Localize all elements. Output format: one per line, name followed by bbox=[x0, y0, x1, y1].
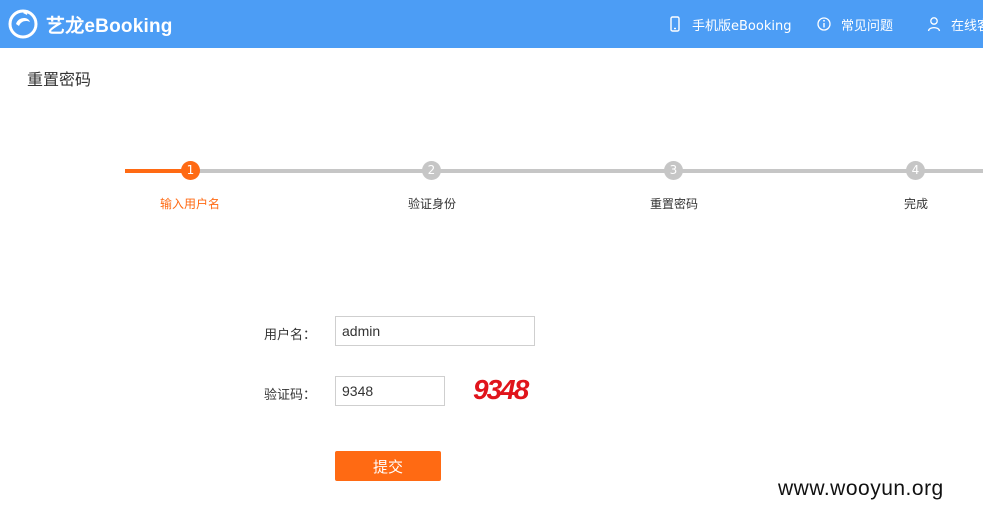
nav-mobile-label: 手机版eBooking bbox=[692, 18, 792, 34]
step-4-dot: 4 bbox=[906, 161, 925, 180]
step-3-label: 重置密码 bbox=[649, 197, 699, 211]
username-input[interactable] bbox=[335, 316, 535, 346]
submit-button[interactable]: 提交 bbox=[335, 451, 441, 481]
info-circle-icon bbox=[817, 17, 831, 31]
captcha-label: 验证码： bbox=[264, 388, 317, 403]
page-title: 重置密码 bbox=[27, 70, 92, 89]
mobile-phone-icon bbox=[670, 16, 680, 32]
step-3-dot: 3 bbox=[664, 161, 683, 180]
captcha-input[interactable] bbox=[335, 376, 445, 406]
nav-service-label: 在线客服 bbox=[951, 18, 983, 34]
nav-faq[interactable]: 常见问题 bbox=[817, 0, 893, 48]
user-icon bbox=[927, 17, 941, 32]
step-2-label: 验证身份 bbox=[407, 197, 457, 211]
step-progress-remaining bbox=[191, 169, 983, 173]
step-1-label: 输入用户名 bbox=[159, 197, 221, 211]
nav-online-service[interactable]: 在线客服 bbox=[927, 0, 983, 48]
elong-swirl-icon bbox=[8, 9, 38, 39]
username-label: 用户名： bbox=[264, 328, 317, 343]
step-1-dot: 1 bbox=[181, 161, 200, 180]
step-2-dot: 2 bbox=[422, 161, 441, 180]
nav-faq-label: 常见问题 bbox=[841, 18, 894, 34]
watermark: www.wooyun.org bbox=[778, 477, 944, 500]
top-header: 艺龙eBooking 手机版eBooking 常见问题 在线客服 bbox=[0, 0, 983, 48]
nav-mobile-ebooking[interactable]: 手机版eBooking bbox=[668, 0, 791, 48]
captcha-image[interactable]: 9348 bbox=[473, 374, 529, 406]
step-4-label: 完成 bbox=[903, 197, 929, 211]
elong-logo[interactable]: 艺龙eBooking bbox=[6, 8, 173, 40]
logo-text: 艺龙eBooking bbox=[46, 15, 173, 37]
reset-password-page: 艺龙eBooking 手机版eBooking 常见问题 在线客服 bbox=[0, 0, 983, 519]
